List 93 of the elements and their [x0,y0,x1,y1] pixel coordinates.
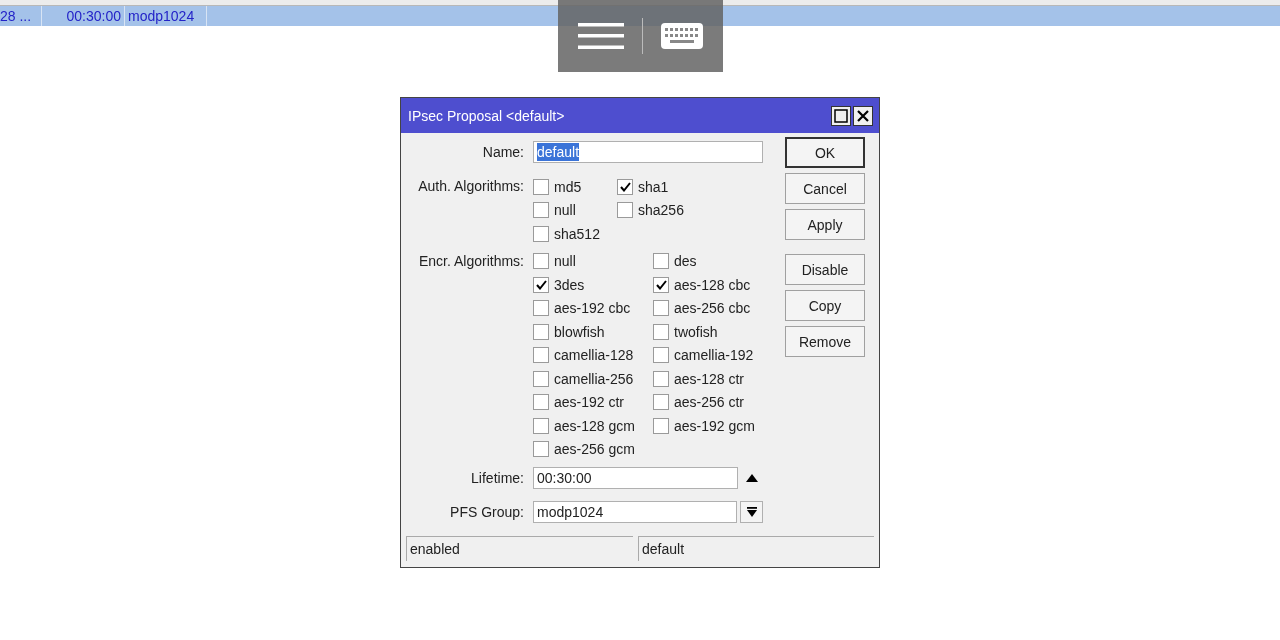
option-label: aes-128 ctr [674,370,745,387]
checkbox[interactable] [617,178,633,195]
checkbox-option[interactable]: md5 [533,175,617,199]
dialog-button[interactable]: Remove [785,326,865,357]
option-label: aes-192 gcm [674,417,755,434]
checkbox[interactable] [533,441,549,458]
option-label: camellia-256 [554,370,634,387]
option-label: null [554,253,576,270]
checkbox-option[interactable]: sha256 [617,198,701,222]
field-label: Lifetime: [470,470,524,486]
window-title: IPsec Proposal <default> [408,107,565,124]
menu-icon[interactable] [578,21,624,51]
checkbox-option[interactable]: 3des [533,273,653,297]
option-label: 3des [554,276,585,293]
field-label: Auth. Algorithms: [417,177,524,196]
table-cell: 28 ... [0,6,42,26]
checkbox-option[interactable]: aes-256 ctr [653,390,773,414]
checkbox-option[interactable]: aes-128 cbc [653,273,773,297]
option-label: aes-256 ctr [674,394,745,411]
checkbox-option[interactable]: aes-192 cbc [533,296,653,320]
dropdown-button[interactable] [740,501,763,523]
status-field: enabled [406,536,633,561]
checkbox[interactable] [533,276,549,293]
checkbox-option[interactable]: sha512 [533,222,617,246]
option-label: sha1 [638,178,669,195]
option-label: aes-192 cbc [554,300,631,317]
checkbox[interactable] [533,300,549,317]
lifetime-field[interactable]: 00:30:00 [533,467,738,489]
dialog-button[interactable]: Cancel [785,173,865,204]
field-label: Name: [481,144,524,160]
checkbox[interactable] [533,225,549,242]
checkbox-option[interactable]: aes-128 gcm [533,414,653,438]
option-label: aes-192 ctr [554,394,625,411]
status-field: default [638,536,874,561]
option-label: blowfish [554,323,605,340]
checkbox-option[interactable]: aes-192 gcm [653,414,773,438]
checkbox[interactable] [653,276,669,293]
option-label: camellia-192 [674,347,754,364]
dialog-button[interactable]: Disable [785,254,865,285]
option-label: aes-256 cbc [674,300,751,317]
table-cell: 00:30:00 [42,6,125,26]
checkbox[interactable] [533,347,549,364]
field-label: PFS Group: [449,504,524,520]
option-label: sha256 [638,202,684,219]
keyboard-icon[interactable] [661,23,703,49]
checkbox[interactable] [653,394,669,411]
option-label: md5 [554,178,582,195]
name-field[interactable]: default [533,141,763,163]
option-label: aes-256 gcm [554,441,635,458]
checkbox-option[interactable]: des [653,249,773,273]
checkbox[interactable] [533,394,549,411]
checkbox-option[interactable]: aes-256 gcm [533,437,653,461]
checkbox-option[interactable]: twofish [653,320,773,344]
checkbox-option[interactable]: blowfish [533,320,653,344]
checkbox[interactable] [533,370,549,387]
checkbox[interactable] [653,370,669,387]
option-label: twofish [674,323,718,340]
checkbox[interactable] [653,300,669,317]
checkbox[interactable] [617,202,633,219]
table-cell: modp1024 [125,6,207,26]
checkbox-option[interactable]: camellia-192 [653,343,773,367]
checkbox-option[interactable]: camellia-256 [533,367,653,391]
option-label: des [674,253,697,270]
checkbox[interactable] [533,253,549,270]
checkbox-option[interactable]: null [533,198,617,222]
checkbox[interactable] [533,202,549,219]
checkbox-option[interactable]: null [533,249,653,273]
checkbox[interactable] [653,323,669,340]
option-label: aes-128 gcm [554,417,635,434]
checkbox-option[interactable]: aes-192 ctr [533,390,653,414]
checkbox-option[interactable]: sha1 [617,175,701,199]
checkbox[interactable] [653,417,669,434]
maximize-icon[interactable] [831,105,851,126]
option-label: aes-128 cbc [674,276,751,293]
checkbox-option[interactable]: aes-256 cbc [653,296,773,320]
checkbox-option[interactable]: aes-128 ctr [653,367,773,391]
checkbox[interactable] [653,347,669,364]
pfs-group-dropdown[interactable]: modp1024 [533,501,737,523]
dialog-button[interactable]: Copy [785,290,865,321]
checkbox-option[interactable]: camellia-128 [533,343,653,367]
checkbox[interactable] [533,178,549,195]
option-label: sha512 [554,225,600,242]
collapse-arrow-icon[interactable] [746,474,758,482]
checkbox[interactable] [653,253,669,270]
option-label: camellia-128 [554,347,634,364]
dialog-button[interactable]: Apply [785,209,865,240]
dialog-button[interactable]: OK [785,137,865,168]
option-label: null [554,202,576,219]
dropdown-arrow-icon [746,506,757,518]
checkbox[interactable] [533,417,549,434]
field-label: Encr. Algorithms: [417,251,524,271]
checkbox[interactable] [533,323,549,340]
close-icon[interactable] [853,105,873,126]
